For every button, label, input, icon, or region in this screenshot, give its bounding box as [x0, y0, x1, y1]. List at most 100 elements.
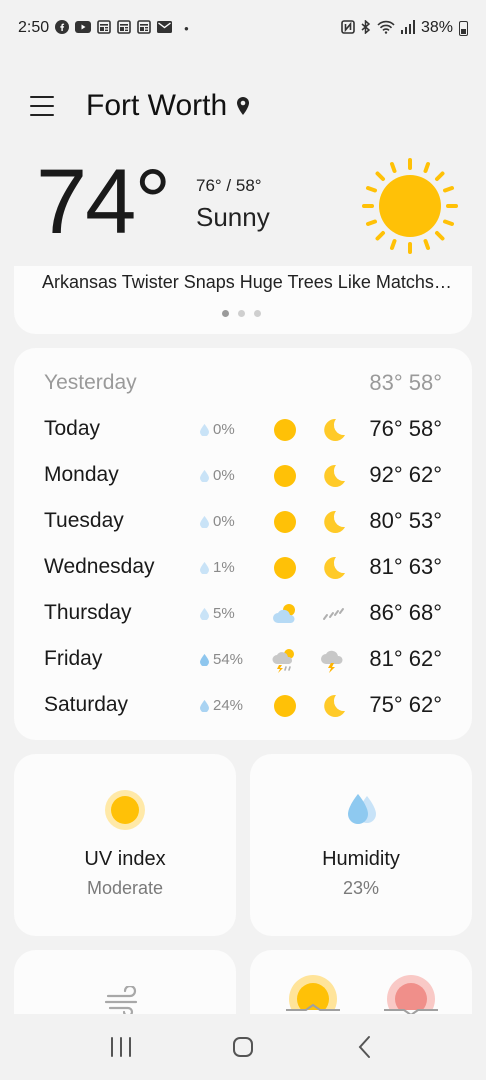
moon-icon	[324, 556, 345, 579]
status-right: 38%	[341, 18, 468, 37]
current-condition: Sunny	[196, 202, 270, 232]
sun-icon	[274, 557, 296, 579]
forecast-day: Today	[44, 417, 101, 440]
moon-icon	[324, 418, 345, 441]
location-pin-icon	[237, 97, 250, 115]
recent-apps-icon	[111, 1037, 131, 1057]
system-navigation-bar	[0, 1014, 486, 1080]
nfc-icon	[341, 19, 355, 37]
sun-icon	[274, 511, 296, 533]
back-icon	[358, 1036, 370, 1058]
forecast-row-tuesday[interactable]: Tuesday 0% 80° 53°	[14, 499, 472, 545]
battery-percent: 38%	[420, 19, 453, 36]
high-low-temperature: 76° / 58°	[196, 176, 262, 195]
uv-sun-icon	[105, 790, 145, 830]
forecast-precip: 5%	[200, 605, 235, 622]
raindrop-icon	[200, 607, 209, 620]
current-temperature: 74°	[36, 151, 171, 253]
forecast-day: Yesterday	[44, 371, 137, 394]
mail-icon	[157, 20, 173, 36]
forecast-row-monday[interactable]: Monday 0% 92° 62°	[14, 453, 472, 499]
forecast-precip: 54%	[200, 651, 243, 668]
forecast-temps: 92° 62°	[369, 462, 442, 487]
forecast-row-today[interactable]: Today 0% 76° 58°	[14, 407, 472, 453]
sunset-icon	[382, 975, 440, 1016]
carousel-dot	[238, 310, 245, 317]
forecast-day: Tuesday	[44, 509, 124, 532]
news-icon	[137, 19, 151, 37]
forecast-day: Thursday	[44, 601, 132, 624]
status-time: 2:50	[18, 19, 50, 36]
precip-value: 5%	[213, 605, 235, 622]
sunrise-icon	[284, 975, 342, 1016]
youtube-icon	[75, 20, 92, 36]
news-headline[interactable]: Arkansas Twister Snaps Huge Trees Like M…	[42, 272, 452, 293]
humidity-tile[interactable]: Humidity 23%	[250, 754, 472, 936]
sun-icon	[274, 465, 296, 487]
forecast-row-thursday[interactable]: Thursday 5% 86° 68°	[14, 591, 472, 637]
forecast-precip: 1%	[200, 559, 235, 576]
forecast-day: Monday	[44, 463, 119, 486]
thunderstorm-night-icon	[321, 650, 343, 673]
uv-index-value: Moderate	[86, 878, 164, 898]
raindrop-icon	[200, 515, 209, 528]
home-button[interactable]	[228, 1032, 258, 1062]
forecast-precip: 0%	[200, 513, 235, 530]
sun-icon	[274, 419, 296, 441]
current-conditions: 74° 76° / 58° Sunny	[0, 150, 486, 260]
precip-value: 0%	[213, 513, 235, 530]
raindrop-icon	[200, 423, 209, 436]
forecast-row-friday[interactable]: Friday 54% 81° 62°	[14, 637, 472, 683]
humidity-title: Humidity	[322, 848, 400, 870]
moon-icon	[324, 464, 345, 487]
raindrop-icon	[200, 469, 209, 482]
forecast-day: Saturday	[44, 693, 129, 716]
home-icon	[233, 1037, 253, 1057]
app-header: Fort Worth	[0, 80, 486, 132]
moon-icon	[324, 510, 345, 533]
precip-value: 0%	[213, 421, 235, 438]
news-icon	[117, 19, 131, 37]
precip-value: 24%	[213, 697, 244, 714]
news-icon	[97, 19, 111, 37]
forecast-day: Friday	[44, 647, 103, 670]
precip-value: 0%	[213, 467, 235, 484]
forecast-precip: 0%	[200, 421, 235, 438]
forecast-day: Wednesday	[44, 555, 155, 578]
back-button[interactable]	[350, 1032, 380, 1062]
thunderstorm-day-icon	[272, 649, 294, 673]
wifi-icon	[377, 20, 395, 37]
forecast-row-saturday[interactable]: Saturday 24% 75° 62°	[14, 683, 472, 729]
uv-index-tile[interactable]: UV index Moderate	[14, 754, 236, 936]
precip-value: 1%	[213, 559, 235, 576]
forecast-row-yesterday: Yesterday 83° 58°	[14, 361, 472, 407]
sun-icon	[274, 695, 296, 717]
recent-apps-button[interactable]	[106, 1032, 136, 1062]
city-name[interactable]: Fort Worth	[86, 89, 227, 123]
notification-dot: •	[184, 20, 189, 36]
facebook-icon	[55, 19, 70, 37]
precip-value: 54%	[213, 651, 244, 668]
forecast-temps: 86° 68°	[369, 600, 442, 625]
news-carousel[interactable]: Arkansas Twister Snaps Huge Trees Like M…	[14, 266, 472, 334]
wind-icon	[104, 986, 138, 1016]
bluetooth-icon	[361, 18, 371, 37]
menu-icon[interactable]	[30, 96, 54, 116]
forecast-row-wednesday[interactable]: Wednesday 1% 81° 63°	[14, 545, 472, 591]
status-bar: 2:50 • 38%	[0, 0, 486, 56]
uv-index-title: UV index	[84, 848, 166, 870]
forecast-temps: 81° 62°	[369, 646, 442, 671]
humidity-value: 23%	[342, 878, 380, 898]
partly-cloudy-icon	[273, 604, 295, 623]
forecast-precip: 24%	[200, 697, 243, 714]
status-left: 2:50 •	[18, 19, 189, 37]
carousel-indicator	[222, 310, 261, 317]
daily-forecast-card[interactable]: Yesterday 83° 58° Today 0% 76° 58° Monda…	[14, 348, 472, 740]
forecast-temps: 80° 53°	[369, 508, 442, 533]
raindrop-icon	[200, 561, 209, 574]
forecast-temps: 76° 58°	[369, 416, 442, 441]
forecast-temps: 75° 62°	[369, 692, 442, 717]
raindrop-icon	[200, 653, 209, 666]
drizzle-icon	[323, 608, 344, 620]
moon-icon	[324, 694, 345, 717]
